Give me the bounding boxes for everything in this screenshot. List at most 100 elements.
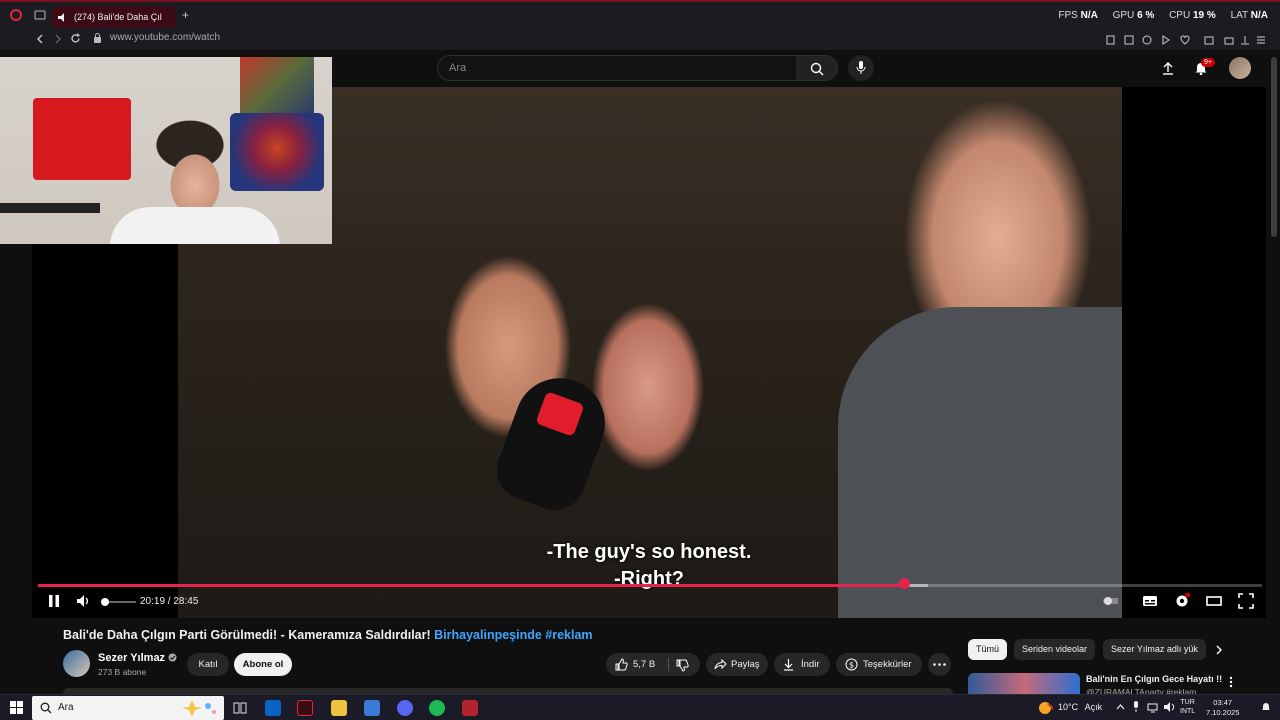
task-view-icon[interactable] (232, 700, 248, 716)
performance-stats: FPS N/A GPU 6 % CPU 19 % LAT N/A (1058, 10, 1268, 21)
volume-tray-icon[interactable] (1163, 701, 1175, 713)
extension-icons[interactable] (1105, 34, 1265, 46)
settings-gear-icon[interactable] (1174, 593, 1190, 609)
verified-check-icon (168, 653, 177, 662)
download-button[interactable]: İndir (774, 653, 830, 676)
like-button[interactable]: 5,7 B (606, 653, 668, 676)
stat-gpu-value: 6 % (1137, 10, 1155, 21)
clock-time: 03:47 (1213, 698, 1233, 707)
pause-icon[interactable] (46, 593, 62, 609)
webcam-mic-arm (0, 203, 100, 213)
browser-toolbar-icons (1105, 33, 1265, 45)
search-input[interactable]: Ara (437, 55, 797, 81)
microsoft-store-icon[interactable] (364, 700, 380, 716)
thanks-button[interactable]: $ Teşekkürler (836, 653, 922, 676)
theater-mode-icon[interactable] (1206, 593, 1222, 609)
chip-series-videos[interactable]: Seriden videolar (1014, 639, 1096, 660)
channel-name[interactable]: Sezer Yılmaz (98, 652, 177, 664)
video-title: Bali'de Daha Çılgın Parti Görülmedi! - K… (63, 628, 593, 642)
webcam-poster-top (240, 57, 314, 113)
stat-gpu-label: GPU (1112, 10, 1135, 21)
upload-icon[interactable] (1162, 61, 1174, 75)
stat-lat-value: N/A (1250, 10, 1268, 21)
video-hashtags[interactable]: Birhayalinpeşinde #reklam (434, 628, 592, 642)
stat-fps-label: FPS (1058, 10, 1078, 21)
progress-played (38, 584, 905, 587)
more-vertical-icon[interactable] (1229, 676, 1233, 688)
windows-taskbar: Ara 10°C Açık TUR INTL 03:47 7.10.2025 (0, 694, 1280, 720)
temperature: 10°C (1058, 702, 1079, 712)
clock-date: 7.10.2025 (1206, 708, 1240, 717)
reload-icon[interactable] (70, 33, 81, 44)
stat-cpu-label: CPU (1169, 10, 1191, 21)
dislike-icon[interactable] (676, 659, 689, 672)
new-tab-button[interactable]: + (182, 8, 189, 22)
svg-text:$: $ (849, 661, 854, 670)
weather-widget[interactable]: 10°C Açık (1058, 702, 1102, 712)
subscribe-button[interactable]: Abone ol (234, 653, 292, 676)
windows-start-icon[interactable] (10, 701, 23, 714)
stat-lat-label: LAT (1230, 10, 1248, 21)
system-clock[interactable]: 03:47 7.10.2025 (1206, 698, 1239, 718)
speaker-icon[interactable] (58, 13, 67, 22)
notification-badge: 9+ (1201, 58, 1215, 67)
forward-icon[interactable] (54, 34, 62, 44)
channel-avatar[interactable] (63, 650, 90, 677)
input-language[interactable]: TUR INTL (1180, 698, 1195, 716)
tab-title: (274) Bali'de Daha Çıl (74, 12, 162, 22)
volume-icon[interactable] (76, 593, 92, 609)
webcam-red-chair (33, 98, 131, 180)
keyboard-layout: INTL (1180, 708, 1196, 715)
chevron-up-icon[interactable] (1116, 703, 1125, 711)
search-icon (40, 702, 52, 714)
more-actions-button[interactable] (928, 653, 951, 676)
subtitles-icon[interactable] (1142, 593, 1158, 609)
outlook-icon[interactable] (265, 700, 281, 716)
browser-tab-active[interactable]: (274) Bali'de Daha Çıl (52, 6, 176, 28)
weather-icon[interactable] (1038, 700, 1054, 716)
recommended-title[interactable]: Bali'nin En Çılgın Gece Hayatı !! (1086, 674, 1222, 684)
progress-bar[interactable] (38, 584, 1262, 587)
back-icon[interactable] (36, 34, 44, 44)
discord-icon[interactable] (397, 700, 413, 716)
join-button[interactable]: Katıl (187, 653, 229, 676)
webcam-poster-mask (230, 113, 324, 191)
url-text[interactable]: www.youtube.com/watch (110, 32, 220, 43)
voice-search-button[interactable] (848, 55, 874, 81)
file-explorer-icon[interactable] (331, 700, 347, 716)
chip-channel-uploads[interactable]: Sezer Yılmaz adlı yük (1103, 639, 1206, 660)
page-scrollbar[interactable] (1271, 57, 1277, 237)
download-label: İndir (801, 659, 820, 670)
share-button[interactable]: Paylaş (706, 653, 768, 676)
chip-all[interactable]: Tümü (968, 639, 1008, 660)
taskbar-search[interactable]: Ara (32, 696, 224, 720)
volume-handle[interactable] (101, 598, 110, 606)
lock-icon (94, 33, 101, 43)
workspaces-icon[interactable] (34, 10, 46, 20)
account-avatar[interactable] (1229, 57, 1251, 79)
address-bar: www.youtube.com/watch (0, 28, 1280, 50)
stat-fps-value: N/A (1080, 10, 1098, 21)
taskbar-search-placeholder: Ara (58, 702, 74, 713)
fullscreen-icon[interactable] (1238, 593, 1254, 609)
webcam-streamer-shirt (110, 207, 280, 244)
chevron-right-icon[interactable] (1215, 645, 1223, 655)
search-highlight-icon (182, 700, 216, 717)
opera-taskbar-icon[interactable] (297, 700, 313, 716)
channel-name-text[interactable]: Sezer Yılmaz (98, 652, 165, 664)
stream-app-icon[interactable] (462, 700, 478, 716)
left-edge (0, 244, 32, 694)
share-icon (714, 659, 727, 670)
like-divider (668, 658, 669, 671)
spotify-icon[interactable] (429, 700, 445, 716)
progress-scrubber[interactable] (899, 578, 911, 589)
search-button[interactable] (796, 55, 838, 81)
notification-center-icon[interactable] (1260, 701, 1272, 713)
microphone-tray-icon[interactable] (1132, 701, 1140, 713)
network-icon[interactable] (1147, 701, 1159, 713)
subscriber-count: 273 B abone (98, 667, 147, 677)
opera-logo-icon[interactable] (10, 9, 22, 21)
autoplay-toggle-icon[interactable] (1102, 593, 1118, 609)
download-icon (784, 659, 793, 671)
video-microphone (488, 365, 618, 519)
